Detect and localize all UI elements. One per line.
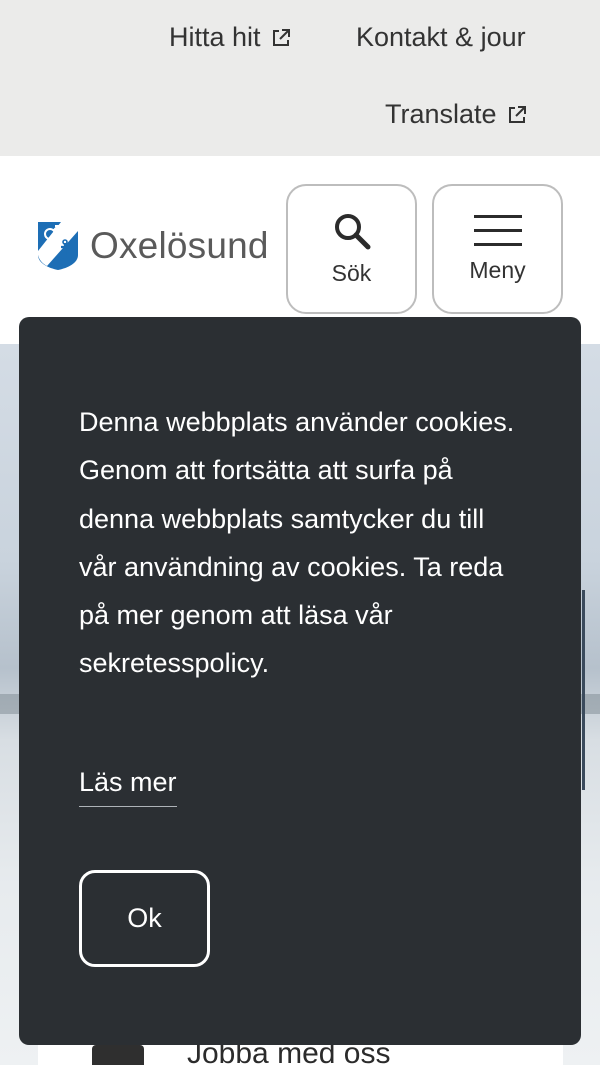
hitta-hit-label: Hitta hit xyxy=(169,22,261,52)
briefcase-icon xyxy=(92,1045,144,1065)
search-button[interactable]: Sök xyxy=(286,184,417,314)
cookie-message: Denna webbplats använder cookies. Genom … xyxy=(79,407,515,679)
translate-link[interactable]: Translate xyxy=(385,99,527,130)
kontakt-jour-link[interactable]: Kontakt & jour xyxy=(356,22,526,53)
search-button-label: Sök xyxy=(331,259,372,286)
hamburger-icon xyxy=(473,214,522,246)
external-link-icon xyxy=(272,28,290,46)
logo-text: Oxelösund xyxy=(90,225,269,266)
site-logo[interactable]: Oxelösund xyxy=(37,221,269,271)
external-link-icon xyxy=(508,105,526,123)
hero-sailboat-mast xyxy=(582,590,585,790)
municipal-coat-of-arms-icon xyxy=(38,222,78,270)
search-icon xyxy=(334,213,370,249)
hitta-hit-link[interactable]: Hitta hit xyxy=(169,22,291,53)
read-more-link[interactable]: Läs mer xyxy=(79,766,177,807)
menu-button-label: Meny xyxy=(469,256,526,283)
menu-button[interactable]: Meny xyxy=(432,184,563,314)
ok-button[interactable]: Ok xyxy=(79,870,210,967)
kontakt-jour-label: Kontakt & jour xyxy=(356,22,526,52)
translate-label: Translate xyxy=(385,99,497,129)
